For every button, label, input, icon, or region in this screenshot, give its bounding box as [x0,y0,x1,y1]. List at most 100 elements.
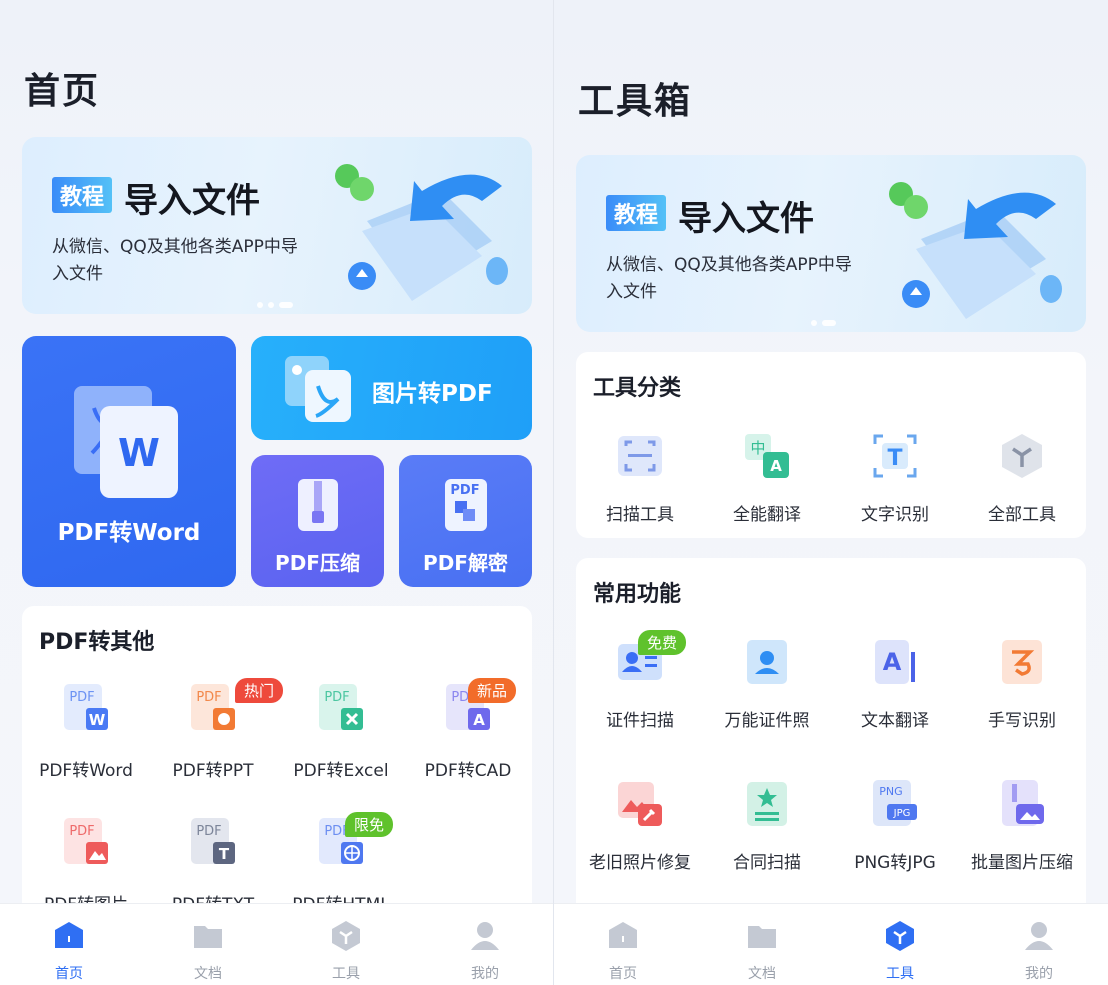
hot-badge: 热门 [235,678,284,703]
nav-label: 我的 [471,966,499,982]
pdf-glyph: PDF [196,690,221,705]
bottom-nav: 首页 文档 工具 我的 [0,903,554,985]
item-label: 文本翻译 [861,711,929,731]
pagination-dot [268,302,274,308]
card-title: 工具分类 [593,376,682,401]
import-folder-illustration [889,182,1062,319]
image-pdf-icon [285,356,351,422]
nav-label: 工具 [886,966,914,982]
tile-label: 图片转PDF [372,381,493,407]
pagination-dot-active [279,302,293,308]
nav-label: 文档 [194,966,222,982]
photo-restore-icon [618,782,662,826]
translate-icon: 中 A [745,434,789,478]
item-label: 合同扫描 [733,853,801,873]
pdf-to-word-tile[interactable]: W PDF转Word [22,336,236,587]
tile-label: PDF压缩 [275,551,360,575]
banner-pagination [811,320,836,326]
folder-icon [748,926,776,948]
home-screen: 首页 教程 导入文件 从微信、QQ及其他各类APP中导入文件 W PDF转Wor… [0,0,554,985]
banner-title: 导入文件 [124,181,260,221]
free-badge: 免费 [638,630,687,655]
tile-label: PDF解密 [423,551,508,575]
banner-title: 导入文件 [678,199,814,239]
zip-icon [298,479,338,531]
limited-free-badge: 限免 [345,812,394,837]
pdf-excel-icon: PDF [319,684,363,730]
nav-label: 首页 [55,966,83,982]
pdf-word-small-icon: PDF W [64,684,108,730]
item-label: PDF转PPT [172,761,254,781]
nav-label: 文档 [748,966,776,982]
id-photo-icon [747,640,787,684]
item-label: 批量图片压缩 [971,853,1073,873]
contract-icon [747,782,787,826]
bottom-nav: 首页 文档 工具 我的 [554,903,1108,985]
batch-compress-icon [1002,780,1044,826]
pdf-word-icon: W [74,386,178,498]
pdf-ppt-icon: PDF [191,684,235,730]
a-glyph: A [770,457,782,475]
png-glyph: PNG [879,785,902,798]
banner-subtitle: 从微信、QQ及其他各类APP中导入文件 [52,237,298,284]
folder-icon [194,926,222,948]
tools-icon [332,921,360,951]
png-jpg-icon: PNG JPG [873,780,917,826]
a-glyph: A [883,648,902,676]
card-title: 常用功能 [593,582,682,607]
item-label: PNG转JPG [854,853,936,873]
banner-subtitle: 从微信、QQ及其他各类APP中导入文件 [606,255,852,302]
item-label: 扫描工具 [606,505,674,525]
image-to-pdf-tile[interactable]: 图片转PDF [251,336,532,440]
banner-tag: 教程 [52,177,113,213]
t-glyph: T [887,446,902,471]
user-icon [471,922,499,950]
pdf-convert-card: PDF转其他 PDF W PDF转Word PDF 热门 PDF转PPT PDF… [22,606,532,926]
tool-categories-card: 工具分类 扫描工具 中 A 全能翻译 T 文字识别 全部工具 [576,352,1086,538]
import-folder-illustration [335,164,508,301]
word-glyph: W [118,431,160,475]
new-badge: 新品 [468,678,517,703]
card-title: PDF转其他 [39,630,155,655]
tile-label: PDF转Word [57,520,201,546]
banner-tag: 教程 [606,195,667,231]
page-title: 工具箱 [578,81,693,122]
handwriting-icon [1002,640,1042,684]
item-label: 全能翻译 [733,505,801,525]
tutorial-banner[interactable]: 教程 导入文件 从微信、QQ及其他各类APP中导入文件 [22,137,532,314]
pdf-decrypt-tile[interactable]: PDF PDF解密 [399,455,532,587]
pdf-txt-icon: PDF T [191,818,235,864]
tutorial-banner[interactable]: 教程 导入文件 从微信、QQ及其他各类APP中导入文件 [576,155,1086,332]
scan-icon [618,436,662,476]
pdf-glyph: PDF [196,824,221,839]
item-label: 证件扫描 [606,711,674,731]
ocr-icon: T [873,434,917,478]
all-tools-icon [1002,434,1042,478]
pagination-dot [257,302,263,308]
banner-pagination [257,302,293,308]
item-label: 文字识别 [861,505,929,525]
jpg-glyph: JPG [893,808,911,819]
pdf-compress-tile[interactable]: PDF压缩 [251,455,384,587]
decrypt-icon: PDF [445,479,487,531]
page-title: 首页 [24,71,101,112]
pagination-dot-active [822,320,836,326]
toolbox-screen: 工具箱 教程 导入文件 从微信、QQ及其他各类APP中导入文件 工具分类 扫描工… [554,0,1108,985]
text-translate-icon: A [875,640,915,684]
nav-label: 首页 [609,966,637,982]
pagination-dot [811,320,817,326]
home-icon [609,922,637,948]
item-label: 万能证件照 [724,711,810,731]
pdf-image-icon: PDF [64,818,108,864]
item-label: 老旧照片修复 [589,853,691,873]
cad-glyph: A [473,711,485,729]
pdf-glyph: PDF [69,824,94,839]
item-label: PDF转CAD [424,761,512,781]
item-label: PDF转Excel [293,761,389,781]
word-glyph: W [89,711,106,729]
tools-icon [886,921,914,951]
nav-label: 我的 [1025,966,1053,982]
common-functions-card: 常用功能 免费 证件扫描 万能证件照 A 文本翻译 手写识别 老旧照片修复 合同… [576,558,1086,918]
item-label: PDF转Word [39,761,133,781]
zh-glyph: 中 [750,439,765,457]
